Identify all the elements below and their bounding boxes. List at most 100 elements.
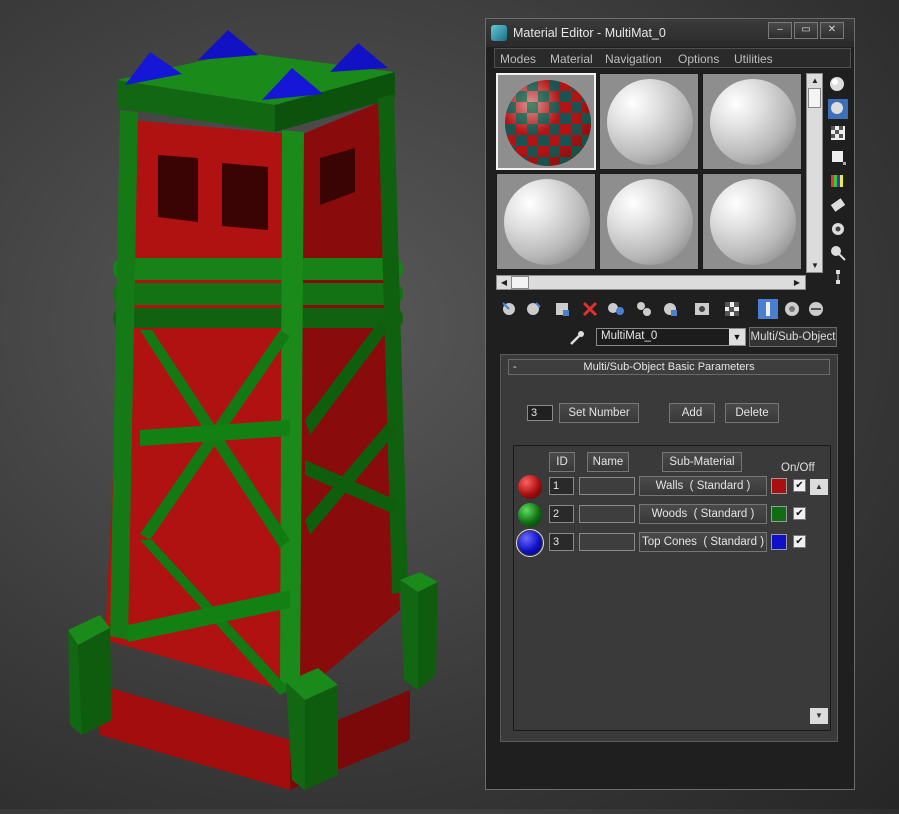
sample-sphere bbox=[607, 179, 693, 265]
show-end-result-icon[interactable] bbox=[722, 299, 742, 319]
show-shaded-icon[interactable] bbox=[692, 299, 712, 319]
list-scroll-up-arrow-icon[interactable]: ▲ bbox=[810, 479, 828, 495]
make-preview-icon[interactable] bbox=[828, 195, 848, 215]
backlight-icon[interactable] bbox=[828, 99, 848, 119]
sample-slot-5[interactable] bbox=[599, 173, 699, 270]
sample-slot-3[interactable] bbox=[702, 73, 802, 170]
close-button[interactable]: ✕ bbox=[820, 22, 844, 39]
color-swatch-3[interactable] bbox=[771, 534, 787, 550]
sub-material-button-3[interactable]: Top Cones ( Standard ) bbox=[639, 532, 767, 552]
sample-slots bbox=[496, 73, 806, 273]
sample-sphere bbox=[710, 179, 796, 265]
reset-map-icon[interactable] bbox=[580, 299, 600, 319]
maximize-button[interactable]: ▭ bbox=[794, 22, 818, 39]
minimize-button[interactable]: – bbox=[768, 22, 792, 39]
name-field-2[interactable] bbox=[579, 505, 635, 523]
sample-slot-4[interactable] bbox=[496, 173, 596, 270]
rollout-collapse-toggle[interactable]: - bbox=[513, 360, 517, 374]
select-by-material-icon[interactable] bbox=[828, 243, 848, 263]
scroll-up-arrow-icon[interactable]: ▲ bbox=[808, 74, 822, 87]
uv-tiling-icon[interactable] bbox=[828, 147, 848, 167]
right-toolbar bbox=[826, 73, 850, 284]
id-field-3[interactable]: 3 bbox=[549, 533, 574, 551]
video-color-check-icon[interactable] bbox=[828, 171, 848, 191]
on-off-checkbox-2[interactable]: ✔ bbox=[793, 507, 806, 520]
sample-slot-6[interactable] bbox=[702, 173, 802, 270]
options-icon[interactable] bbox=[828, 219, 848, 239]
delete-button[interactable]: Delete bbox=[725, 403, 779, 423]
table-row: 3 Top Cones ( Standard ) ✔ bbox=[514, 529, 824, 557]
rollout-title: Multi/Sub-Object Basic Parameters bbox=[583, 361, 755, 373]
parameters-panel: - Multi/Sub-Object Basic Parameters 3 Se… bbox=[500, 354, 838, 742]
menu-utilities[interactable]: Utilities bbox=[734, 52, 773, 66]
material-id-channel-icon[interactable] bbox=[660, 299, 680, 319]
table-row: 1 Walls ( Standard ) ✔ bbox=[514, 474, 824, 500]
menu-navigation[interactable]: Navigation bbox=[605, 52, 662, 66]
material-editor-window: Material Editor - MultiMat_0 – ▭ ✕ Modes… bbox=[485, 18, 855, 790]
scroll-down-arrow-icon[interactable]: ▼ bbox=[808, 259, 822, 272]
name-field-1[interactable] bbox=[579, 477, 635, 495]
background-icon[interactable] bbox=[828, 123, 848, 143]
window-title: Material Editor - MultiMat_0 bbox=[513, 26, 666, 40]
put-material-icon[interactable] bbox=[524, 299, 544, 319]
main-toolbar bbox=[496, 299, 851, 321]
sample-slot-1[interactable] bbox=[496, 73, 596, 170]
table-row: 2 Woods ( Standard ) ✔ bbox=[514, 502, 824, 528]
id-column-header[interactable]: ID bbox=[549, 452, 575, 472]
menu-bar: Modes Material Navigation Options Utilit… bbox=[494, 48, 851, 68]
color-swatch-2[interactable] bbox=[771, 506, 787, 522]
put-to-library-icon[interactable] bbox=[634, 299, 654, 319]
color-swatch-1[interactable] bbox=[771, 478, 787, 494]
slots-horizontal-scrollbar[interactable]: ◀ ▶ bbox=[496, 275, 806, 290]
sample-sphere bbox=[504, 179, 590, 265]
material-type-button[interactable]: Multi/Sub-Object bbox=[749, 327, 837, 347]
name-column-header[interactable]: Name bbox=[587, 452, 629, 472]
sub-material-ball-3[interactable] bbox=[516, 529, 544, 557]
sample-type-icon[interactable] bbox=[828, 75, 848, 95]
slots-vertical-scrollbar[interactable]: ▲ ▼ bbox=[806, 73, 823, 273]
sample-sphere bbox=[607, 79, 693, 165]
horizontal-scroll-thumb[interactable] bbox=[511, 276, 529, 289]
menu-material[interactable]: Material bbox=[550, 52, 593, 66]
multimat-preview-sphere bbox=[505, 80, 591, 166]
sub-material-ball-2[interactable] bbox=[518, 503, 542, 527]
sample-slot-2[interactable] bbox=[599, 73, 699, 170]
background-toggle-icon[interactable] bbox=[806, 299, 826, 319]
pick-material-eyedropper-icon[interactable] bbox=[568, 329, 586, 347]
get-material-icon[interactable] bbox=[500, 299, 520, 319]
set-number-button[interactable]: Set Number bbox=[559, 403, 639, 423]
name-field-3[interactable] bbox=[579, 533, 635, 551]
sub-material-column-header[interactable]: Sub-Material bbox=[662, 452, 742, 472]
on-off-column-header: On/Off bbox=[781, 462, 815, 474]
list-scroll-down-arrow-icon[interactable]: ▼ bbox=[810, 708, 828, 724]
assign-material-icon[interactable] bbox=[552, 299, 572, 319]
viewport[interactable] bbox=[0, 0, 480, 809]
sub-material-button-1[interactable]: Walls ( Standard ) bbox=[639, 476, 767, 496]
go-to-parent-icon[interactable] bbox=[758, 299, 778, 319]
go-forward-sibling-icon[interactable] bbox=[782, 299, 802, 319]
app-icon bbox=[491, 25, 507, 41]
vertical-scroll-thumb[interactable] bbox=[808, 88, 821, 108]
scroll-right-arrow-icon[interactable]: ▶ bbox=[790, 276, 804, 289]
on-off-checkbox-1[interactable]: ✔ bbox=[793, 479, 806, 492]
material-name-value: MultiMat_0 bbox=[601, 330, 658, 342]
make-unique-icon[interactable] bbox=[606, 299, 626, 319]
id-field-1[interactable]: 1 bbox=[549, 477, 574, 495]
menu-modes[interactable]: Modes bbox=[500, 52, 536, 66]
sample-sphere bbox=[710, 79, 796, 165]
sub-material-button-2[interactable]: Woods ( Standard ) bbox=[639, 504, 767, 524]
chevron-down-icon[interactable]: ▼ bbox=[729, 329, 745, 345]
rollout-header[interactable]: - Multi/Sub-Object Basic Parameters bbox=[508, 359, 830, 375]
sub-material-ball-1[interactable] bbox=[518, 475, 542, 499]
title-bar[interactable]: Material Editor - MultiMat_0 – ▭ ✕ bbox=[486, 19, 854, 47]
add-button[interactable]: Add bbox=[669, 403, 715, 423]
material-map-navigator-icon[interactable] bbox=[828, 267, 848, 287]
material-picker-row: MultiMat_0 ▼ Multi/Sub-Object bbox=[568, 327, 848, 349]
material-name-field[interactable]: MultiMat_0 ▼ bbox=[596, 328, 746, 346]
id-field-2[interactable]: 2 bbox=[549, 505, 574, 523]
scroll-left-arrow-icon[interactable]: ◀ bbox=[497, 276, 511, 289]
menu-options[interactable]: Options bbox=[678, 52, 719, 66]
sub-material-list: ID Name Sub-Material On/Off 1 Walls ( St… bbox=[513, 445, 831, 731]
on-off-checkbox-3[interactable]: ✔ bbox=[793, 535, 806, 548]
sub-material-count-input[interactable]: 3 bbox=[527, 405, 553, 421]
